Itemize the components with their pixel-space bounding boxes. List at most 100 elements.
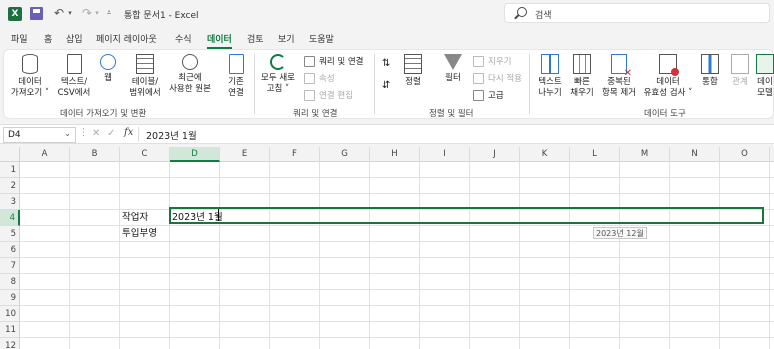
row-header-10[interactable]: 10 <box>0 306 20 322</box>
get-data-button[interactable]: 데이터 가져오기 ˅ <box>10 54 50 99</box>
column-header-b[interactable]: B <box>70 147 120 162</box>
search-icon <box>517 7 527 17</box>
clear-filter-label: 지우기 <box>488 57 512 67</box>
cancel-icon[interactable]: ✕ <box>92 128 100 139</box>
data-validation-button[interactable]: 데이터 유효성 검사 ˅ <box>642 54 694 99</box>
row-header-9[interactable]: 9 <box>0 290 20 306</box>
cell-c4[interactable]: 작업자 <box>122 209 148 223</box>
tab-view[interactable]: 보기 <box>278 32 295 45</box>
recent-sources-button[interactable]: 최근에 사용한 원본 <box>166 54 214 95</box>
row-header-2[interactable]: 2 <box>0 178 20 194</box>
name-box[interactable]: D4 ⌄ <box>3 127 76 143</box>
column-header-c[interactable]: C <box>120 147 170 162</box>
relationships-button[interactable]: 관계 <box>728 54 752 88</box>
worksheet-grid[interactable]: ABCDEFGHIJKLMNO 1 2 3 4 5 6 7 8 9 10 11 12 <box>0 147 774 349</box>
tab-data[interactable]: 데이터 <box>207 32 232 49</box>
row-header-3[interactable]: 3 <box>0 194 20 210</box>
row-header-12[interactable]: 12 <box>0 338 20 349</box>
filter-button[interactable]: 필터 <box>440 54 466 84</box>
sort-button[interactable]: 정렬 <box>400 54 426 88</box>
column-header-d[interactable]: D <box>170 147 220 162</box>
properties-button[interactable]: 속성 <box>304 72 335 84</box>
gridline <box>569 162 570 349</box>
consolidate-icon <box>701 54 719 74</box>
consolidate-button[interactable]: 통합 <box>698 54 722 88</box>
enter-icon[interactable]: ✓ <box>107 128 115 139</box>
column-header-a[interactable]: A <box>20 147 70 162</box>
recent-sources-icon <box>182 54 198 70</box>
formula-input[interactable]: 2023년 1월 <box>146 128 197 142</box>
insert-function-icon[interactable]: fx <box>124 127 133 138</box>
text-to-columns-button[interactable]: 텍스트 나누기 <box>534 54 566 99</box>
refresh-all-button[interactable]: 모두 새로 고침 ˅ <box>258 54 298 95</box>
from-web-button[interactable]: 웹 <box>98 54 118 84</box>
column-header-l[interactable]: L <box>570 147 620 162</box>
redo-dropdown-icon[interactable]: ▾ <box>93 5 101 21</box>
column-header-e[interactable]: E <box>220 147 270 162</box>
row-header-8[interactable]: 8 <box>0 274 20 290</box>
row-header-1[interactable]: 1 <box>0 162 20 178</box>
column-header-f[interactable]: F <box>270 147 320 162</box>
row-header-6[interactable]: 6 <box>0 242 20 258</box>
cell-area[interactable] <box>20 162 774 349</box>
clear-filter-icon <box>473 55 484 67</box>
tab-home[interactable]: 홈 <box>44 32 52 45</box>
tab-file[interactable]: 파일 <box>11 32 28 45</box>
from-text-label-2: CSV에서 <box>57 88 91 98</box>
sort-ascending-button[interactable]: ⇅ <box>382 58 390 69</box>
chevron-down-icon[interactable]: ⌄ <box>64 129 71 138</box>
existing-connections-button[interactable]: 기존 연결 <box>222 54 250 99</box>
clear-filter-button[interactable]: 지우기 <box>473 55 511 67</box>
sort-descending-icon: ⇵ <box>382 80 391 91</box>
column-header-m[interactable]: M <box>620 147 670 162</box>
group-label-data-tools: 데이터 도구 <box>644 109 686 119</box>
select-all-corner[interactable] <box>0 147 20 162</box>
cell-c5[interactable]: 투입부영 <box>122 225 157 239</box>
row-header-7[interactable]: 7 <box>0 258 20 274</box>
properties-icon <box>304 72 315 84</box>
from-text-csv-button[interactable]: 텍스트/ CSV에서 <box>56 54 92 99</box>
text-file-icon <box>66 54 82 74</box>
column-header-o[interactable]: O <box>720 147 770 162</box>
cell-d4[interactable]: 2023년 1월 <box>172 209 223 223</box>
refresh-all-label: 모두 새로 <box>261 73 295 83</box>
data-model-button[interactable]: 데이 모델 <box>756 54 774 99</box>
search-box[interactable]: 검색 <box>504 3 770 23</box>
tab-review[interactable]: 검토 <box>247 32 264 45</box>
queries-connections-button[interactable]: 쿼리 및 연결 <box>304 55 364 67</box>
customize-dropdown-icon[interactable]: ⩡ <box>104 5 114 21</box>
tab-insert[interactable]: 삽입 <box>66 32 83 45</box>
row-header-4[interactable]: 4 <box>0 210 20 226</box>
sort-descending-button[interactable]: ⇵ <box>382 80 390 91</box>
reapply-icon <box>473 72 484 84</box>
remove-duplicates-button[interactable]: 중복된 항목 제거 <box>598 54 640 99</box>
row-header-5[interactable]: 5 <box>0 226 20 242</box>
from-table-label: 테이블/ <box>131 77 159 87</box>
document-title: 통합 문서1 - Excel <box>124 11 199 21</box>
undo-dropdown-icon[interactable]: ▾ <box>66 5 74 21</box>
from-table-range-button[interactable]: 테이블/ 범위에서 <box>126 54 164 99</box>
tab-formulas[interactable]: 수식 <box>175 32 192 45</box>
reapply-button[interactable]: 다시 적용 <box>473 72 522 84</box>
advanced-filter-icon <box>473 89 484 101</box>
column-header-h[interactable]: H <box>370 147 420 162</box>
save-icon[interactable] <box>30 7 43 20</box>
text-to-columns-label-2: 나누기 <box>538 88 562 98</box>
tab-page-layout[interactable]: 페이지 레이아웃 <box>96 32 157 45</box>
edit-links-button[interactable]: 연결 편집 <box>304 89 353 101</box>
from-text-label: 텍스트/ <box>60 77 88 87</box>
column-header-n[interactable]: N <box>670 147 720 162</box>
column-header-g[interactable]: G <box>320 147 370 162</box>
sort-icon <box>404 54 422 74</box>
column-header-j[interactable]: J <box>470 147 520 162</box>
column-header-i[interactable]: I <box>420 147 470 162</box>
flash-fill-button[interactable]: 빠른 채우기 <box>566 54 598 99</box>
active-cell-d4[interactable] <box>169 207 764 224</box>
tab-help[interactable]: 도움말 <box>309 32 334 45</box>
column-header-k[interactable]: K <box>520 147 570 162</box>
advanced-filter-button[interactable]: 고급 <box>473 89 504 101</box>
refresh-all-label-2: 고침 ˅ <box>266 84 290 94</box>
text-to-columns-icon <box>541 54 559 74</box>
gridline <box>669 162 670 349</box>
row-header-11[interactable]: 11 <box>0 322 20 338</box>
